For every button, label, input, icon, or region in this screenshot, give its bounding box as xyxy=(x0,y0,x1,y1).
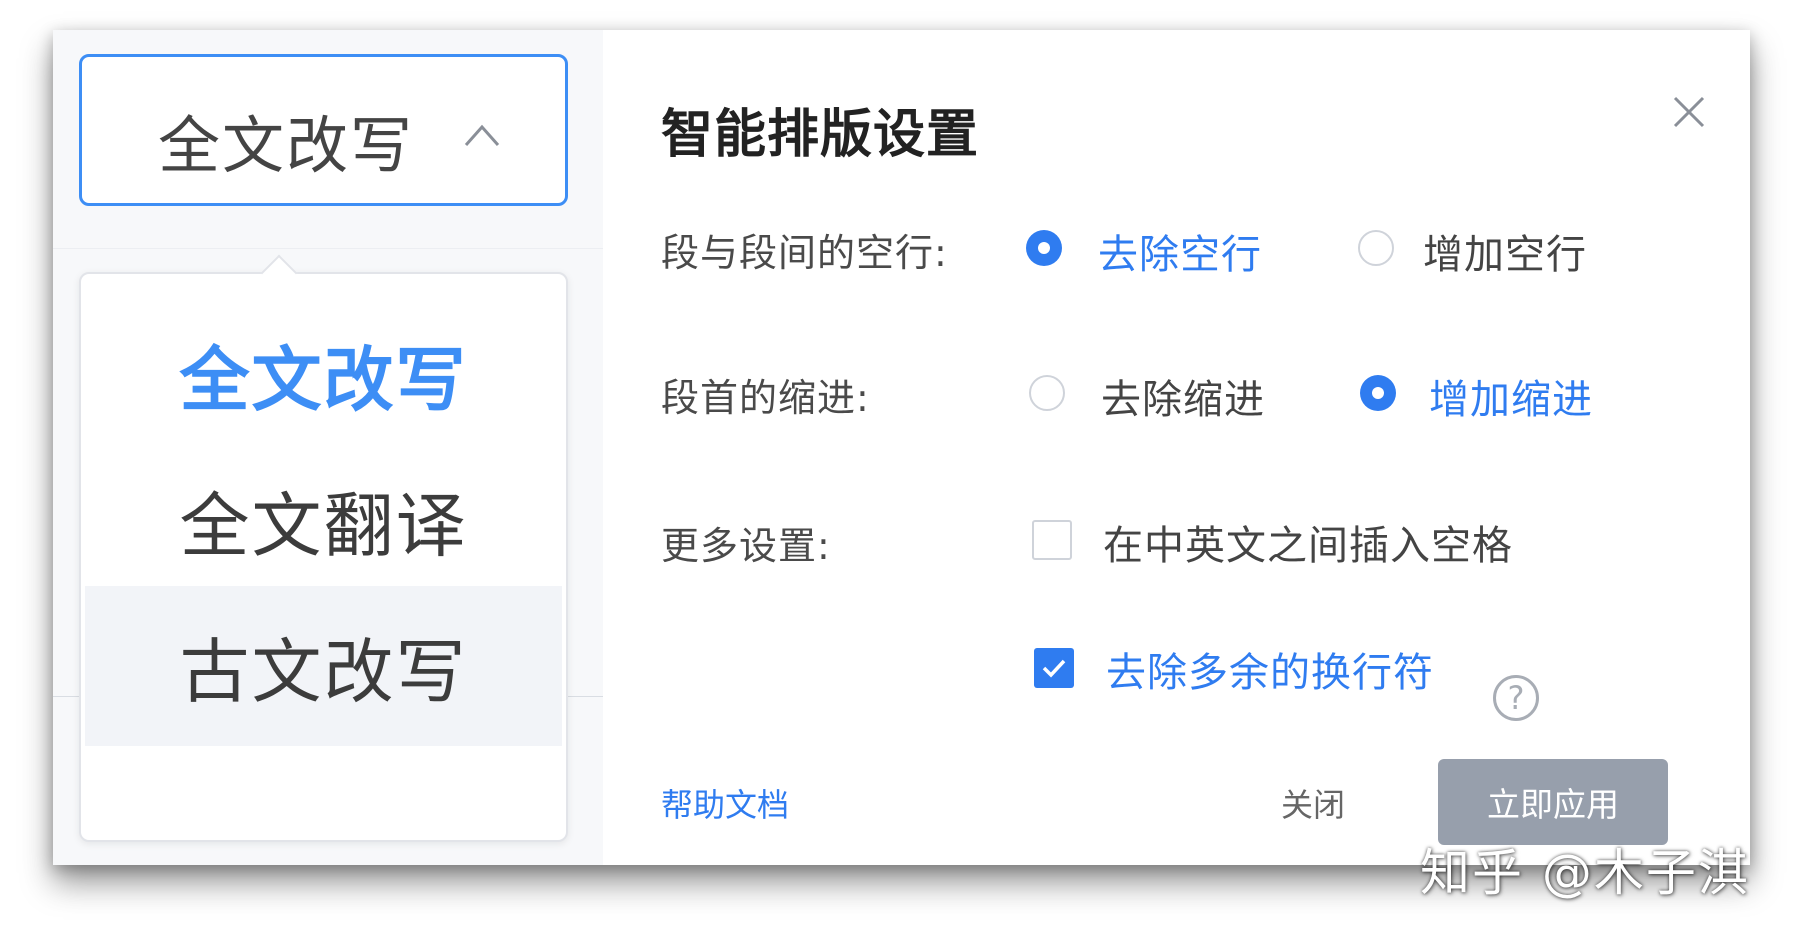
panel-title: 智能排版设置 xyxy=(661,105,980,165)
option-remove-indent[interactable]: 去除缩进 xyxy=(1101,367,1265,425)
option-add-blank-lines[interactable]: 增加空行 xyxy=(1423,222,1587,280)
chevron-up-icon xyxy=(464,124,500,146)
close-icon[interactable] xyxy=(1669,92,1709,132)
radio-remove-indent[interactable] xyxy=(1029,375,1065,411)
help-docs-link[interactable]: 帮助文档 xyxy=(661,780,789,826)
check-icon xyxy=(1042,659,1066,678)
divider xyxy=(53,248,603,249)
radio-add-blank-lines[interactable] xyxy=(1358,230,1394,266)
checkbox-remove-line-breaks[interactable] xyxy=(1034,648,1074,688)
dropdown-item-rewrite[interactable]: 全文改写 xyxy=(85,294,562,454)
dropdown-item-translate[interactable]: 全文翻译 xyxy=(85,440,562,600)
option-add-indent[interactable]: 增加缩进 xyxy=(1429,367,1593,425)
mode-dropdown: 全文改写 全文翻译 古文改写 xyxy=(79,254,568,842)
app-window: 全文改写 全文改写 全文翻译 古文改写 智能排版设置 段与段间的空行: 去除空行… xyxy=(53,30,1750,865)
close-button[interactable]: 关闭 xyxy=(1281,780,1345,826)
help-question-icon[interactable]: ? xyxy=(1493,675,1539,721)
more-settings-label: 更多设置: xyxy=(661,524,831,568)
option-remove-line-breaks[interactable]: 去除多余的换行符 xyxy=(1106,640,1434,698)
indent-label: 段首的缩进: xyxy=(661,376,870,420)
watermark: 知乎 @木子淇 xyxy=(1420,844,1750,902)
radio-remove-blank-lines[interactable] xyxy=(1026,230,1062,266)
mode-panel: 全文改写 全文改写 全文翻译 古文改写 xyxy=(53,30,603,865)
paragraph-spacing-label: 段与段间的空行: xyxy=(661,231,948,275)
dropdown-item-classical-rewrite[interactable]: 古文改写 xyxy=(85,586,562,746)
dropdown-arrow xyxy=(260,254,298,292)
radio-add-indent[interactable] xyxy=(1360,375,1396,411)
mode-select-label: 全文改写 xyxy=(158,109,415,182)
checkbox-insert-space[interactable] xyxy=(1032,520,1072,560)
mode-select[interactable]: 全文改写 xyxy=(79,54,568,206)
option-insert-space[interactable]: 在中英文之间插入空格 xyxy=(1103,513,1513,571)
option-remove-blank-lines[interactable]: 去除空行 xyxy=(1098,222,1262,280)
